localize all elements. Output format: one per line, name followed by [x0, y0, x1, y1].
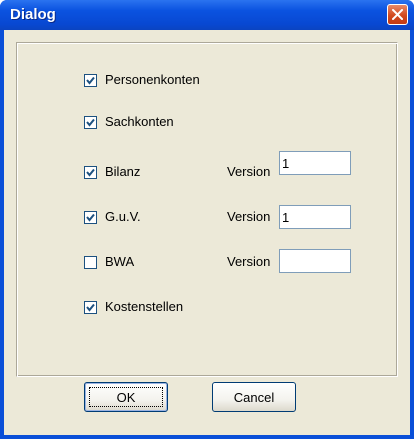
personenkonten-checkbox[interactable]	[84, 74, 97, 87]
guv-version-label: Version	[227, 209, 271, 224]
bilanz-version-label: Version	[227, 164, 271, 179]
bilanz-checkbox[interactable]	[84, 166, 97, 179]
close-icon	[392, 9, 403, 20]
option-row-personenkonten: Personenkonten	[17, 71, 387, 91]
checkmark-icon	[86, 76, 95, 85]
cancel-button[interactable]: Cancel	[212, 382, 296, 412]
options-frame: Personenkonten Sachkonten Bilanz Version	[16, 42, 398, 377]
guv-checkbox[interactable]	[84, 211, 97, 224]
kostenstellen-checkbox[interactable]	[84, 301, 97, 314]
personenkonten-label: Personenkonten	[105, 72, 200, 87]
kostenstellen-label: Kostenstellen	[105, 299, 184, 314]
checkmark-icon	[86, 213, 95, 222]
checkmark-icon	[86, 118, 95, 127]
bwa-checkbox[interactable]	[84, 256, 97, 269]
option-row-kostenstellen: Kostenstellen	[17, 298, 387, 318]
guv-version-input[interactable]	[279, 205, 351, 229]
window-title: Dialog	[10, 6, 56, 23]
ok-button[interactable]: OK	[84, 382, 168, 412]
bwa-version-label: Version	[227, 254, 271, 269]
bilanz-version-input[interactable]	[279, 151, 351, 175]
guv-label: G.u.V.	[105, 209, 141, 224]
bwa-label: BWA	[105, 254, 135, 269]
dialog-window: Dialog Personenkonten Sachkonten Bilanz …	[0, 0, 414, 439]
focus-rectangle	[89, 387, 163, 407]
dialog-body: Personenkonten Sachkonten Bilanz Version	[4, 30, 410, 435]
checkmark-icon	[86, 168, 95, 177]
checkmark-icon	[86, 303, 95, 312]
title-bar[interactable]: Dialog	[0, 0, 414, 30]
bilanz-label: Bilanz	[105, 164, 141, 179]
bwa-version-input[interactable]	[279, 249, 351, 273]
sachkonten-label: Sachkonten	[105, 114, 174, 129]
option-row-sachkonten: Sachkonten	[17, 113, 387, 133]
sachkonten-checkbox[interactable]	[84, 116, 97, 129]
close-button[interactable]	[387, 4, 408, 25]
cancel-button-label: Cancel	[233, 389, 275, 405]
